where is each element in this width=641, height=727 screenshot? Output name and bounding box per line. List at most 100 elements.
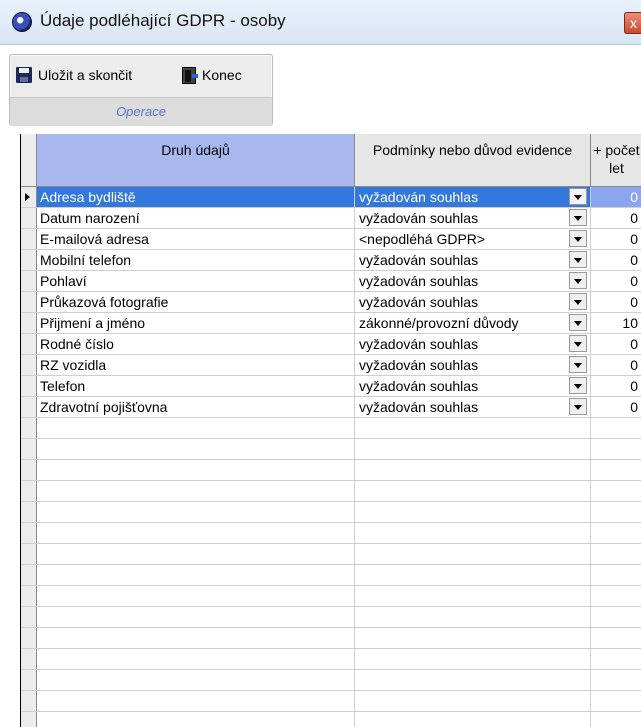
cell-condition[interactable] — [355, 418, 591, 438]
row-selector[interactable] — [21, 334, 37, 354]
cell-years[interactable]: 0 — [591, 208, 641, 228]
row-selector[interactable] — [21, 229, 37, 249]
cell-years[interactable] — [591, 502, 641, 522]
cell-condition[interactable]: vyžadován souhlas — [355, 250, 591, 270]
table-row[interactable]: Rodné číslo vyžadován souhlas 0 — [21, 334, 641, 355]
cell-condition[interactable]: vyžadován souhlas — [355, 187, 591, 207]
cell-condition[interactable]: vyžadován souhlas — [355, 334, 591, 354]
row-selector[interactable] — [21, 208, 37, 228]
cell-condition[interactable] — [355, 523, 591, 543]
cell-data-type[interactable] — [37, 586, 355, 606]
cell-data-type[interactable] — [37, 481, 355, 501]
row-selector[interactable] — [21, 187, 37, 207]
cell-condition[interactable] — [355, 586, 591, 606]
cell-data-type[interactable]: Adresa bydliště — [37, 187, 355, 207]
row-selector[interactable] — [21, 544, 37, 564]
cell-years[interactable] — [591, 586, 641, 606]
cell-data-type[interactable]: Zdravotní pojišťovna — [37, 397, 355, 417]
cell-data-type[interactable] — [37, 418, 355, 438]
cell-data-type[interactable] — [37, 502, 355, 522]
row-selector[interactable] — [21, 523, 37, 543]
cell-data-type[interactable]: E-mailová adresa — [37, 229, 355, 249]
condition-dropdown-button[interactable] — [569, 251, 587, 268]
row-selector[interactable] — [21, 292, 37, 312]
cell-data-type[interactable] — [37, 712, 355, 727]
cell-condition[interactable] — [355, 502, 591, 522]
cell-condition[interactable] — [355, 607, 591, 627]
cell-years[interactable]: 0 — [591, 271, 641, 291]
cell-data-type[interactable] — [37, 460, 355, 480]
cell-condition[interactable] — [355, 460, 591, 480]
cell-data-type[interactable]: Telefon — [37, 376, 355, 396]
row-selector[interactable] — [21, 670, 37, 690]
cell-condition[interactable]: zákonné/provozní důvody — [355, 313, 591, 333]
condition-dropdown-button[interactable] — [569, 314, 587, 331]
cell-data-type[interactable] — [37, 607, 355, 627]
cell-data-type[interactable]: RZ vozidla — [37, 355, 355, 375]
condition-dropdown-button[interactable] — [569, 230, 587, 247]
cell-years[interactable]: 0 — [591, 229, 641, 249]
cell-years[interactable] — [591, 649, 641, 669]
row-selector[interactable] — [21, 628, 37, 648]
save-and-exit-button[interactable]: Uložit a skončit — [16, 65, 132, 85]
cell-data-type[interactable]: Přijmení a jméno — [37, 313, 355, 333]
condition-dropdown-button[interactable] — [569, 293, 587, 310]
row-selector[interactable] — [21, 439, 37, 459]
row-selector[interactable] — [21, 649, 37, 669]
cell-years[interactable]: 10 — [591, 313, 641, 333]
row-selector[interactable] — [21, 271, 37, 291]
cell-data-type[interactable]: Datum narození — [37, 208, 355, 228]
cell-years[interactable] — [591, 523, 641, 543]
cell-data-type[interactable] — [37, 523, 355, 543]
table-row[interactable]: Mobilní telefon vyžadován souhlas 0 — [21, 250, 641, 271]
cell-data-type[interactable]: Rodné číslo — [37, 334, 355, 354]
condition-dropdown-button[interactable] — [569, 398, 587, 415]
table-row[interactable]: Telefon vyžadován souhlas 0 — [21, 376, 641, 397]
table-row[interactable]: Adresa bydliště vyžadován souhlas 0 — [21, 187, 641, 208]
cell-years[interactable] — [591, 607, 641, 627]
row-selector[interactable] — [21, 691, 37, 711]
cell-condition[interactable] — [355, 712, 591, 727]
table-row[interactable]: Pohlaví vyžadován souhlas 0 — [21, 271, 641, 292]
row-selector[interactable] — [21, 607, 37, 627]
cell-data-type[interactable] — [37, 628, 355, 648]
condition-dropdown-button[interactable] — [569, 209, 587, 226]
exit-button[interactable]: Konec — [182, 65, 242, 85]
cell-data-type[interactable]: Průkazová fotografie — [37, 292, 355, 312]
column-header-years[interactable]: + počet let — [591, 134, 641, 187]
cell-data-type[interactable] — [37, 670, 355, 690]
cell-data-type[interactable] — [37, 544, 355, 564]
table-row[interactable]: RZ vozidla vyžadován souhlas 0 — [21, 355, 641, 376]
cell-condition[interactable] — [355, 691, 591, 711]
cell-condition[interactable]: vyžadován souhlas — [355, 397, 591, 417]
cell-years[interactable]: 0 — [591, 250, 641, 270]
cell-condition[interactable] — [355, 628, 591, 648]
row-selector[interactable] — [21, 376, 37, 396]
cell-years[interactable] — [591, 691, 641, 711]
cell-condition[interactable] — [355, 481, 591, 501]
cell-years[interactable] — [591, 460, 641, 480]
condition-dropdown-button[interactable] — [569, 188, 587, 205]
cell-data-type[interactable]: Pohlaví — [37, 271, 355, 291]
row-selector[interactable] — [21, 502, 37, 522]
row-selector[interactable] — [21, 586, 37, 606]
cell-years[interactable]: 0 — [591, 187, 641, 207]
cell-data-type[interactable] — [37, 565, 355, 585]
cell-condition[interactable] — [355, 649, 591, 669]
row-selector[interactable] — [21, 397, 37, 417]
table-row[interactable]: Průkazová fotografie vyžadován souhlas 0 — [21, 292, 641, 313]
cell-condition[interactable]: vyžadován souhlas — [355, 271, 591, 291]
cell-years[interactable] — [591, 481, 641, 501]
row-selector[interactable] — [21, 712, 37, 727]
condition-dropdown-button[interactable] — [569, 356, 587, 373]
cell-data-type[interactable] — [37, 439, 355, 459]
condition-dropdown-button[interactable] — [569, 377, 587, 394]
cell-condition[interactable] — [355, 565, 591, 585]
cell-years[interactable] — [591, 670, 641, 690]
cell-years[interactable] — [591, 418, 641, 438]
cell-years[interactable] — [591, 439, 641, 459]
cell-condition[interactable]: <nepodléhá GDPR> — [355, 229, 591, 249]
row-selector[interactable] — [21, 250, 37, 270]
row-selector[interactable] — [21, 565, 37, 585]
cell-years[interactable] — [591, 712, 641, 727]
